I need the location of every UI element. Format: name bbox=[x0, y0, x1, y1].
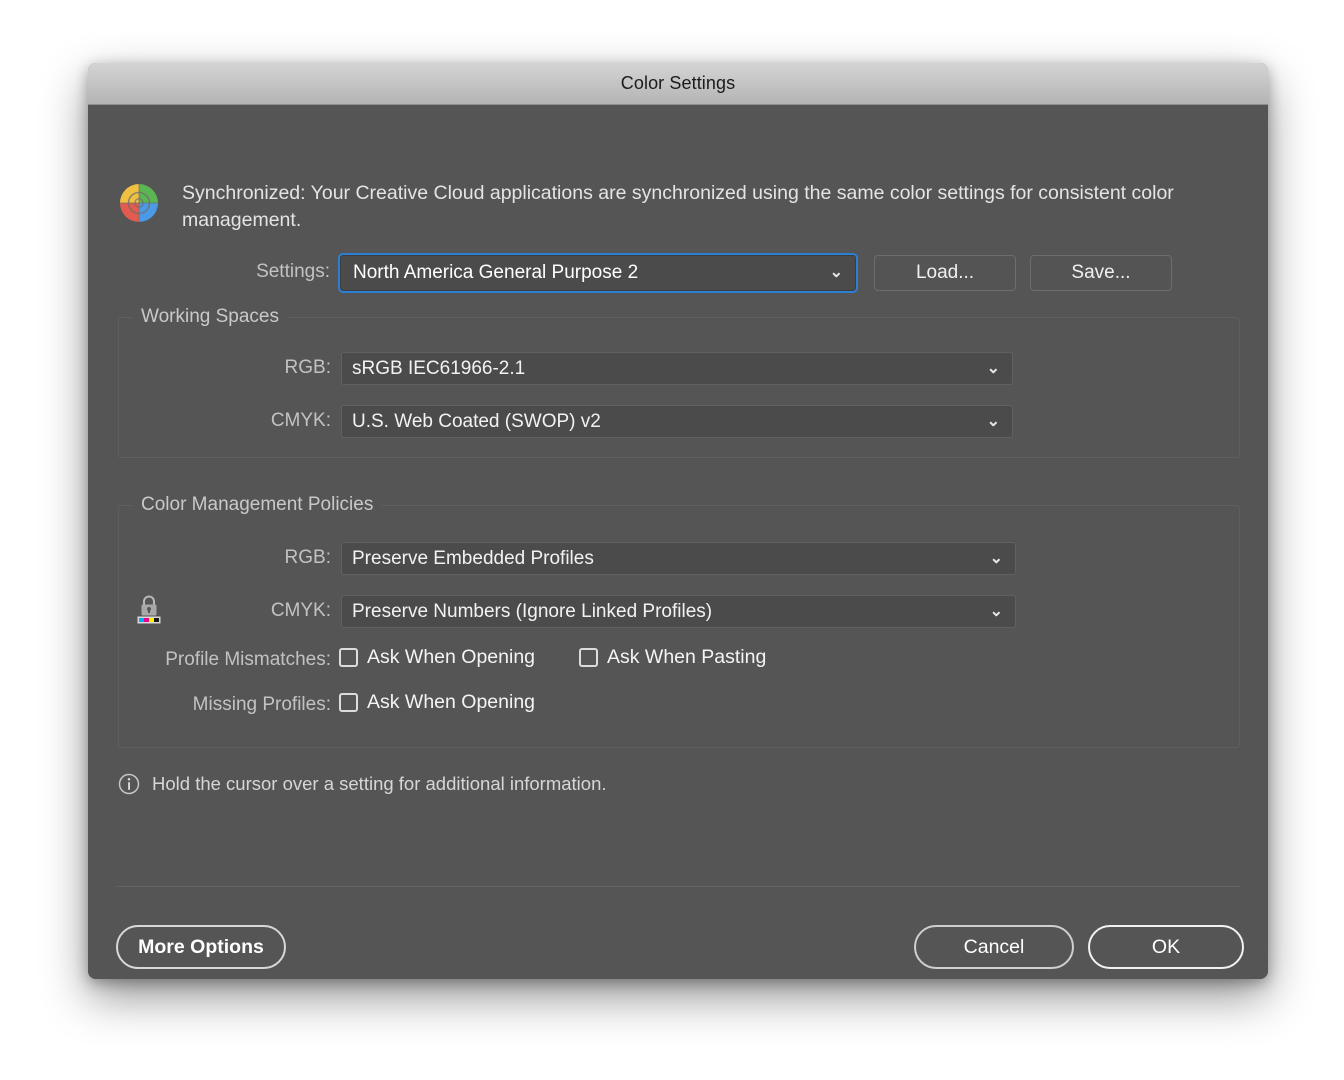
policies-cmyk-value: Preserve Numbers (Ignore Linked Profiles… bbox=[352, 600, 713, 622]
settings-label: Settings: bbox=[256, 261, 330, 282]
checkbox-box[interactable] bbox=[339, 648, 358, 667]
load-button[interactable]: Load... bbox=[874, 255, 1016, 291]
working-spaces-rgb-row: RGB: sRGB IEC61966‑2.1 ⌄ bbox=[119, 352, 1239, 385]
chevron-down-icon: ⌄ bbox=[829, 264, 843, 281]
dialog-titlebar[interactable]: Color Settings bbox=[88, 63, 1268, 105]
cancel-button[interactable]: Cancel bbox=[914, 925, 1074, 969]
chevron-down-icon: ⌄ bbox=[989, 602, 1003, 620]
info-circle-icon bbox=[118, 773, 140, 795]
policies-cmyk-row: CMYK: Preserve Numbers (Ignore Linked Pr… bbox=[119, 595, 1239, 628]
policies-rgb-label: RGB: bbox=[284, 547, 331, 568]
checkbox-label: Ask When Opening bbox=[367, 691, 536, 713]
policies-rgb-value: Preserve Embedded Profiles bbox=[352, 547, 594, 569]
working-spaces-rgb-value: sRGB IEC61966‑2.1 bbox=[352, 357, 526, 379]
profile-mismatches-ask-when-opening-checkbox[interactable]: Ask When Opening bbox=[339, 646, 535, 669]
color-management-policies-group: Color Management Policies RGB: Preserve … bbox=[118, 494, 1240, 748]
missing-profiles-ask-when-opening-checkbox[interactable]: Ask When Opening bbox=[339, 691, 535, 714]
profile-mismatches-label: Profile Mismatches: bbox=[165, 649, 331, 670]
chevron-down-icon: ⌄ bbox=[986, 359, 1000, 377]
settings-preset-row: Settings: North America General Purpose … bbox=[88, 255, 1268, 291]
missing-profiles-label: Missing Profiles: bbox=[192, 694, 331, 715]
color-settings-dialog: Color Settings Synchronized: Your Creati… bbox=[88, 63, 1268, 979]
working-spaces-rgb-label: RGB: bbox=[284, 357, 331, 378]
sync-status-message: Synchronized: Your Creative Cloud applic… bbox=[182, 182, 1174, 231]
save-button[interactable]: Save... bbox=[1030, 255, 1172, 291]
checkbox-box[interactable] bbox=[579, 648, 598, 667]
working-spaces-cmyk-label: CMYK: bbox=[270, 410, 331, 431]
hint-text: Hold the cursor over a setting for addit… bbox=[152, 773, 607, 794]
policies-rgb-row: RGB: Preserve Embedded Profiles ⌄ bbox=[119, 542, 1239, 575]
screen-root: Color Settings Synchronized: Your Creati… bbox=[0, 0, 1344, 1080]
working-spaces-cmyk-row: CMYK: U.S. Web Coated (SWOP) v2 ⌄ bbox=[119, 405, 1239, 438]
working-spaces-cmyk-select[interactable]: U.S. Web Coated (SWOP) v2 ⌄ bbox=[341, 405, 1013, 438]
sync-status-row: Synchronized: Your Creative Cloud applic… bbox=[118, 180, 1208, 234]
color-management-policies-title: Color Management Policies bbox=[133, 494, 382, 516]
policies-cmyk-select[interactable]: Preserve Numbers (Ignore Linked Profiles… bbox=[341, 595, 1016, 628]
policies-cmyk-label: CMYK: bbox=[270, 600, 331, 621]
policies-rgb-select[interactable]: Preserve Embedded Profiles ⌄ bbox=[341, 542, 1016, 575]
checkbox-label: Ask When Opening bbox=[367, 646, 536, 668]
settings-preset-value: North America General Purpose 2 bbox=[353, 262, 639, 283]
checkbox-box[interactable] bbox=[339, 693, 358, 712]
hint-row: Hold the cursor over a setting for addit… bbox=[118, 773, 607, 795]
chevron-down-icon: ⌄ bbox=[989, 549, 1003, 567]
chevron-down-icon: ⌄ bbox=[986, 412, 1000, 430]
creative-cloud-color-wheel-icon bbox=[118, 182, 160, 224]
working-spaces-cmyk-value: U.S. Web Coated (SWOP) v2 bbox=[352, 410, 601, 432]
footer-divider bbox=[116, 886, 1240, 887]
ok-button[interactable]: OK bbox=[1088, 925, 1244, 969]
missing-profiles-row: Missing Profiles: Ask When Opening bbox=[119, 691, 1239, 719]
more-options-button[interactable]: More Options bbox=[116, 925, 286, 969]
checkbox-label: Ask When Pasting bbox=[607, 646, 767, 668]
working-spaces-group: Working Spaces RGB: sRGB IEC61966‑2.1 ⌄ … bbox=[118, 306, 1240, 458]
profile-mismatches-row: Profile Mismatches: Ask When Opening Ask… bbox=[119, 646, 1239, 674]
settings-preset-select[interactable]: North America General Purpose 2 ⌄ bbox=[340, 255, 856, 291]
dialog-body: Synchronized: Your Creative Cloud applic… bbox=[88, 105, 1268, 979]
dialog-title: Color Settings bbox=[620, 73, 736, 93]
working-spaces-title: Working Spaces bbox=[133, 306, 287, 328]
profile-mismatches-ask-when-pasting-checkbox[interactable]: Ask When Pasting bbox=[579, 646, 766, 669]
working-spaces-rgb-select[interactable]: sRGB IEC61966‑2.1 ⌄ bbox=[341, 352, 1013, 385]
